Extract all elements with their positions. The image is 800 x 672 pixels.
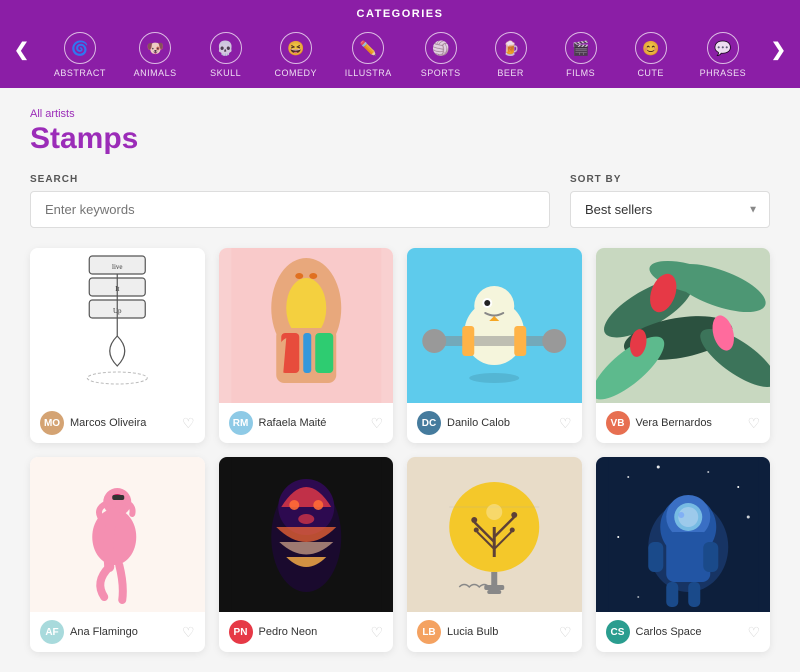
artist-name-5: Ana Flamingo <box>70 626 176 638</box>
card-8[interactable]: CS Carlos Space ♡ <box>596 457 771 652</box>
cute-label: CUTE <box>637 68 664 78</box>
card-image-1: live It Up <box>30 248 205 403</box>
comedy-icon: 😆 <box>280 32 312 64</box>
sort-section: SORT BY Best sellersNewestMost popularPr… <box>570 174 770 228</box>
animals-label: ANIMALS <box>134 68 177 78</box>
card-image-4 <box>596 248 771 403</box>
artist-avatar-1: MO <box>40 411 64 435</box>
heart-button-8[interactable]: ♡ <box>747 624 760 641</box>
nav-left-button[interactable]: ❮ <box>4 36 39 65</box>
categories-header: CATEGORIES ❮ 🌀 ABSTRACT 🐶 ANIMALS 💀 SKUL… <box>0 0 800 88</box>
sort-select[interactable]: Best sellersNewestMost popularPrice: Low… <box>570 191 770 228</box>
artist-avatar-3: DC <box>417 411 441 435</box>
card-5[interactable]: AF Ana Flamingo ♡ <box>30 457 205 652</box>
search-section: SEARCH <box>30 174 550 228</box>
nav-right-button[interactable]: ❯ <box>761 36 796 65</box>
beer-label: BEER <box>497 68 524 78</box>
card-footer-1: MO Marcos Oliveira ♡ <box>30 403 205 443</box>
artist-avatar-6: PN <box>229 620 253 644</box>
beer-icon: 🍺 <box>495 32 527 64</box>
artist-name-3: Danilo Calob <box>447 417 553 429</box>
category-item-illustra[interactable]: ✏️ ILLUSTRA <box>331 26 406 88</box>
breadcrumb: All artists <box>30 108 770 120</box>
heart-button-3[interactable]: ♡ <box>559 415 572 432</box>
category-item-cute[interactable]: 😊 CUTE <box>616 26 686 88</box>
search-label: SEARCH <box>30 174 550 185</box>
controls-row: SEARCH SORT BY Best sellersNewestMost po… <box>30 174 770 228</box>
svg-text:live: live <box>112 263 123 271</box>
card-image-8 <box>596 457 771 612</box>
card-footer-3: DC Danilo Calob ♡ <box>407 403 582 443</box>
categories-list: 🌀 ABSTRACT 🐶 ANIMALS 💀 SKULL 😆 COMEDY ✏️… <box>0 26 800 88</box>
films-icon: 🎬 <box>565 32 597 64</box>
heart-button-6[interactable]: ♡ <box>370 624 383 641</box>
comedy-label: COMEDY <box>274 68 317 78</box>
card-footer-8: CS Carlos Space ♡ <box>596 612 771 652</box>
artist-name-2: Rafaela Maité <box>259 417 365 429</box>
card-footer-6: PN Pedro Neon ♡ <box>219 612 394 652</box>
cute-icon: 😊 <box>635 32 667 64</box>
category-item-films[interactable]: 🎬 FILMS <box>546 26 616 88</box>
illustra-label: ILLUSTRA <box>345 68 392 78</box>
heart-button-4[interactable]: ♡ <box>747 415 760 432</box>
artist-name-7: Lucia Bulb <box>447 626 553 638</box>
category-item-comedy[interactable]: 😆 COMEDY <box>261 26 331 88</box>
card-image-5 <box>30 457 205 612</box>
card-image-6 <box>219 457 394 612</box>
abstract-icon: 🌀 <box>64 32 96 64</box>
illustra-icon: ✏️ <box>352 32 384 64</box>
sports-icon: 🏐 <box>425 32 457 64</box>
heart-button-5[interactable]: ♡ <box>182 624 195 641</box>
sort-label: SORT BY <box>570 174 770 185</box>
artist-avatar-5: AF <box>40 620 64 644</box>
card-footer-4: VB Vera Bernardos ♡ <box>596 403 771 443</box>
sports-label: SPORTS <box>421 68 461 78</box>
card-1[interactable]: live It Up MO Marcos Oliveira ♡ <box>30 248 205 443</box>
phrases-icon: 💬 <box>707 32 739 64</box>
category-item-phrases[interactable]: 💬 PHRASES <box>686 26 760 88</box>
card-4[interactable]: VB Vera Bernardos ♡ <box>596 248 771 443</box>
animals-icon: 🐶 <box>139 32 171 64</box>
card-3[interactable]: DC Danilo Calob ♡ <box>407 248 582 443</box>
artist-avatar-4: VB <box>606 411 630 435</box>
card-image-7 <box>407 457 582 612</box>
abstract-label: ABSTRACT <box>54 68 106 78</box>
skull-label: SKULL <box>210 68 241 78</box>
artist-avatar-7: LB <box>417 620 441 644</box>
page-title: Stamps <box>30 122 770 156</box>
films-label: FILMS <box>566 68 595 78</box>
card-7[interactable]: LB Lucia Bulb ♡ <box>407 457 582 652</box>
category-item-abstract[interactable]: 🌀 ABSTRACT <box>40 26 120 88</box>
artist-avatar-8: CS <box>606 620 630 644</box>
cards-grid: live It Up MO Marcos Oliveira ♡ <box>30 248 770 652</box>
card-6[interactable]: PN Pedro Neon ♡ <box>219 457 394 652</box>
main-content: All artists Stamps SEARCH SORT BY Best s… <box>0 88 800 672</box>
heart-button-2[interactable]: ♡ <box>370 415 383 432</box>
card-footer-5: AF Ana Flamingo ♡ <box>30 612 205 652</box>
artist-name-8: Carlos Space <box>636 626 742 638</box>
categories-title: CATEGORIES <box>0 8 800 20</box>
heart-button-1[interactable]: ♡ <box>182 415 195 432</box>
phrases-label: PHRASES <box>700 68 747 78</box>
artist-avatar-2: RM <box>229 411 253 435</box>
card-footer-7: LB Lucia Bulb ♡ <box>407 612 582 652</box>
category-item-animals[interactable]: 🐶 ANIMALS <box>120 26 191 88</box>
card-footer-2: RM Rafaela Maité ♡ <box>219 403 394 443</box>
artist-name-4: Vera Bernardos <box>636 417 742 429</box>
card-image-2 <box>219 248 394 403</box>
card-2[interactable]: RM Rafaela Maité ♡ <box>219 248 394 443</box>
heart-button-7[interactable]: ♡ <box>559 624 572 641</box>
artist-name-1: Marcos Oliveira <box>70 417 176 429</box>
sort-wrapper: Best sellersNewestMost popularPrice: Low… <box>570 191 770 228</box>
search-input[interactable] <box>30 191 550 228</box>
category-item-sports[interactable]: 🏐 SPORTS <box>406 26 476 88</box>
skull-icon: 💀 <box>210 32 242 64</box>
category-item-beer[interactable]: 🍺 BEER <box>476 26 546 88</box>
card-image-3 <box>407 248 582 403</box>
category-item-skull[interactable]: 💀 SKULL <box>191 26 261 88</box>
artist-name-6: Pedro Neon <box>259 626 365 638</box>
